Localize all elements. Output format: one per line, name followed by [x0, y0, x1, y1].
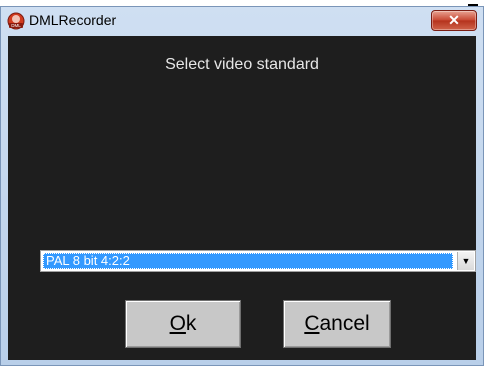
cancel-label-rest: ancel [319, 312, 370, 335]
video-standard-select[interactable]: PAL 8 bit 4:2:2 ▼ [40, 250, 476, 272]
dialog-body: Select video standard PAL 8 bit 4:2:2 ▼ … [8, 36, 476, 360]
dropdown-arrow-icon[interactable]: ▼ [457, 252, 474, 270]
ok-button[interactable]: Ok [125, 300, 241, 348]
cancel-mnemonic: C [304, 312, 320, 335]
ok-mnemonic: O [169, 312, 186, 335]
ok-label-rest: k [185, 312, 197, 335]
close-icon: ✕ [448, 12, 460, 28]
app-icon: DML [7, 12, 25, 30]
dialog-prompt: Select video standard [165, 56, 319, 73]
video-standard-selected-value: PAL 8 bit 4:2:2 [43, 253, 453, 269]
title-bar[interactable]: DML DMLRecorder ✕ [1, 7, 483, 35]
close-button[interactable]: ✕ [431, 10, 477, 31]
window-title: DMLRecorder [29, 12, 117, 28]
cancel-button[interactable]: Cancel [283, 300, 391, 348]
svg-text:DML: DML [11, 23, 21, 28]
dml-recorder-window: DML DMLRecorder ✕ Select video standard … [0, 6, 484, 366]
